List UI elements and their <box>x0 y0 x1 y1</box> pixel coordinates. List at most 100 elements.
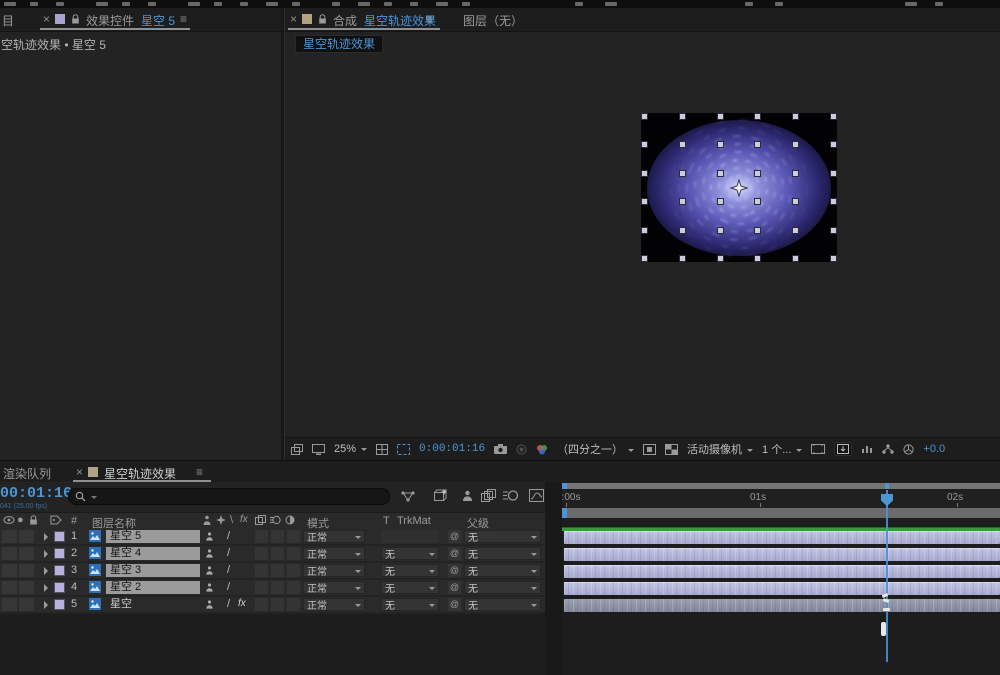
time-ruler[interactable]: 0:00s01s02s <box>562 490 1000 509</box>
quality-switch[interactable]: / <box>227 598 230 610</box>
selection-handle[interactable] <box>717 113 724 120</box>
selection-handle[interactable] <box>641 198 648 205</box>
selection-handle[interactable] <box>754 113 761 120</box>
selection-handle[interactable] <box>679 113 686 120</box>
selection-handle[interactable] <box>830 198 837 205</box>
layer-audio-cell[interactable] <box>19 564 34 577</box>
safe-zones-icon[interactable] <box>811 444 825 454</box>
layer-expand-arrow[interactable] <box>44 601 52 609</box>
shy-switch[interactable] <box>205 532 214 541</box>
selection-handle[interactable] <box>717 227 724 234</box>
tab-composition-label[interactable]: 合成 <box>333 12 357 29</box>
selection-handle[interactable] <box>679 198 686 205</box>
layer-visibility-cell[interactable] <box>2 581 17 594</box>
capture-frame-icon[interactable] <box>834 442 852 456</box>
channel-rgb-icon[interactable] <box>536 444 548 455</box>
parent-pickwhip-icon[interactable]: @ <box>448 547 461 560</box>
selection-handle[interactable] <box>792 141 799 148</box>
draft-3d-icon[interactable] <box>432 489 447 503</box>
timeline-navigator-bar[interactable] <box>562 483 1000 489</box>
label-column-icon[interactable] <box>50 515 62 525</box>
layer-duration-bar[interactable] <box>564 531 1000 544</box>
close-icon[interactable]: × <box>290 12 297 26</box>
layer-duration-bar[interactable] <box>564 548 1000 561</box>
layer-visibility-cell[interactable] <box>2 564 17 577</box>
layer-name[interactable]: 星空 4 <box>106 547 200 560</box>
layer-name[interactable]: 星空 2 <box>106 581 200 594</box>
selection-handle[interactable] <box>717 255 724 262</box>
panel-menu-icon[interactable]: ≡ <box>426 12 432 26</box>
resolution-dropdown[interactable]: （四分之一） <box>557 441 634 457</box>
timeline-splitter[interactable] <box>545 482 563 675</box>
layer-label-swatch[interactable] <box>54 599 65 610</box>
region-of-interest-icon[interactable] <box>397 444 410 455</box>
exposure-value[interactable]: +0.0 <box>923 443 945 455</box>
selection-handle[interactable] <box>679 141 686 148</box>
panel-menu-icon[interactable]: ≡ <box>180 12 186 26</box>
shy-switch[interactable] <box>205 600 214 609</box>
selection-handle[interactable] <box>754 170 761 177</box>
mode-dropdown[interactable]: 正常 <box>303 530 365 543</box>
layer-audio-cell[interactable] <box>19 530 34 543</box>
always-preview-icon[interactable] <box>291 444 303 455</box>
layer-audio-cell[interactable] <box>19 598 34 611</box>
view-layout-dropdown[interactable]: 1 个... <box>762 441 802 457</box>
parent-dropdown[interactable]: 无 <box>464 598 541 611</box>
comp-breadcrumb-button[interactable]: 星空轨迹效果 <box>295 35 383 53</box>
tab-layer[interactable]: 图层（无） <box>463 12 523 29</box>
selection-handle[interactable] <box>679 170 686 177</box>
layer-expand-arrow[interactable] <box>44 567 52 575</box>
selection-handle[interactable] <box>830 113 837 120</box>
selection-handle[interactable] <box>679 227 686 234</box>
parent-dropdown[interactable]: 无 <box>464 530 541 543</box>
parent-dropdown[interactable]: 无 <box>464 564 541 577</box>
layer-visibility-cell[interactable] <box>2 530 17 543</box>
parent-dropdown[interactable]: 无 <box>464 547 541 560</box>
eye-column-icon[interactable] <box>3 515 15 525</box>
quality-switch[interactable]: / <box>227 530 230 542</box>
trkmat-dropdown[interactable]: 无 <box>381 581 439 594</box>
selection-handle[interactable] <box>679 255 686 262</box>
selection-handle[interactable] <box>754 141 761 148</box>
solo-column-icon[interactable]: ● <box>17 514 24 526</box>
selection-handle[interactable] <box>641 227 648 234</box>
layer-duration-bar[interactable] <box>564 565 1000 578</box>
switch-cell[interactable] <box>287 598 300 611</box>
selection-handle[interactable] <box>792 227 799 234</box>
parent-pickwhip-icon[interactable]: @ <box>448 581 461 594</box>
switch-cell[interactable] <box>287 547 300 560</box>
layer-label-swatch[interactable] <box>54 582 65 593</box>
flowchart-nodes-icon[interactable] <box>882 444 894 454</box>
quality-switch-icon[interactable]: \ <box>230 514 233 526</box>
close-icon[interactable]: × <box>76 465 83 479</box>
playhead-line[interactable] <box>886 490 888 662</box>
switch-cell[interactable] <box>271 581 284 594</box>
anchor-point-icon[interactable] <box>730 179 748 197</box>
layer-label-swatch[interactable] <box>54 565 65 576</box>
selection-handle[interactable] <box>754 255 761 262</box>
switch-cell[interactable] <box>287 581 300 594</box>
primary-viewer-icon[interactable] <box>312 444 325 455</box>
viewer-timecode[interactable]: 0:00:01:16 <box>419 443 485 455</box>
shy-layers-icon[interactable] <box>461 490 474 502</box>
parent-pickwhip-icon[interactable]: @ <box>448 598 461 611</box>
quality-switch[interactable]: / <box>227 581 230 593</box>
shy-switch[interactable] <box>205 566 214 575</box>
layer-audio-cell[interactable] <box>19 547 34 560</box>
navigator-start-handle[interactable] <box>562 483 567 489</box>
layer-label-swatch[interactable] <box>54 531 65 542</box>
work-area-start-handle[interactable] <box>562 508 567 518</box>
selection-handle[interactable] <box>792 113 799 120</box>
mode-dropdown[interactable]: 正常 <box>303 547 365 560</box>
switch-cell[interactable] <box>271 530 284 543</box>
tab-effect-controls[interactable]: 效果控件 <box>86 12 134 29</box>
comp-mini-flowchart-icon[interactable] <box>400 490 416 503</box>
trkmat-column-header[interactable]: TrkMat <box>397 515 431 527</box>
switch-cell[interactable] <box>287 530 300 543</box>
switch-cell[interactable] <box>255 564 268 577</box>
transparency-grid-icon[interactable] <box>665 444 678 455</box>
mode-dropdown[interactable]: 正常 <box>303 564 365 577</box>
show-snapshot-icon[interactable] <box>516 444 527 455</box>
quality-switch[interactable]: / <box>227 564 230 576</box>
shy-switch[interactable] <box>205 583 214 592</box>
